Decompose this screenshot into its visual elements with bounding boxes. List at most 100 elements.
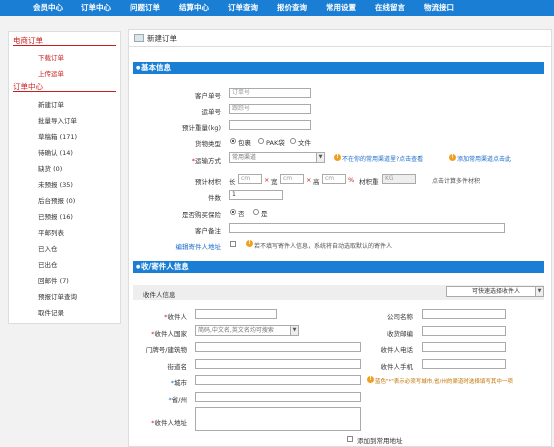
edit-sender-hint: 若不填写寄件人信息，系统将自动选取默认的寄件人 [254,243,393,250]
nav-order-center[interactable]: 订单中心 [81,0,111,16]
sidebar: 电商订单 下载订单 上传运单 订单中心 新建订单 批量导入订单 草稿箱 (171… [8,31,121,324]
weight-input[interactable] [229,120,311,130]
goods-type-document-label: 文件 [298,139,311,147]
zip-input[interactable] [422,326,506,336]
sidebar-item-drafts[interactable]: 草稿箱 (171) [38,131,77,141]
top-navigation: 会员中心 订单中心 问题订单 结算中心 订单查询 报价查询 常用设置 在线留言 … [0,0,554,16]
chevron-down-icon: ▼ [535,287,543,296]
page-title: 新建订单 [147,34,177,43]
view-channels-link[interactable]: 不在你的常用渠道里?点击查看 [342,154,423,163]
nav-logistics-api[interactable]: 物流接口 [424,0,454,16]
tracking-no-label: 运单号 [201,108,222,116]
shipping-method-label: *运输方式 [191,157,221,165]
insurance-yes-label: 是 [261,210,268,218]
receiver-phone-label: 收件人电话 [380,346,414,354]
nav-online-message[interactable]: 在线留言 [375,0,405,16]
city-input[interactable] [195,375,361,385]
receiver-section-title: 收/寄件人信息 [141,262,189,271]
goods-type-pak-label: PAK袋 [266,139,285,147]
sidebar-item-return-mail[interactable]: 回邮件 (7) [38,275,69,285]
goods-type-parcel-label: 包裹 [238,139,251,147]
length-input[interactable]: cm [238,174,262,184]
nav-member-center[interactable]: 会员中心 [33,0,63,16]
basic-info-title: 基本信息 [141,63,171,72]
sidebar-item-forecast[interactable]: 已预报 (16) [38,211,73,221]
volume-weight-label: 材积重 [359,178,379,186]
remark-input[interactable] [229,223,505,233]
insurance-no-radio[interactable] [230,209,236,215]
goods-type-parcel-radio[interactable] [230,138,236,144]
info-icon: ! [367,376,374,383]
zip-label: 收货邮编 [387,330,413,338]
pieces-input[interactable]: 1 [229,190,283,200]
length-label: 长 [229,178,236,186]
multi-volume-calc-link[interactable]: 点击计算多件材积 [432,176,480,185]
edit-sender-checkbox[interactable] [230,241,236,247]
house-no-input[interactable] [195,342,361,352]
shipping-method-select[interactable]: 常用渠道 ▼ [229,152,325,163]
nav-settlement-center[interactable]: 结算中心 [179,0,209,16]
receiver-mobile-input[interactable] [422,359,506,369]
sidebar-item-not-forecast[interactable]: 未预报 (35) [38,179,73,189]
state-label: *省/州 [168,396,187,404]
tracking-no-input[interactable]: 跟踪号 [229,104,311,114]
info-icon: ! [334,154,341,161]
header-divider [129,46,551,47]
insurance-yes-radio[interactable] [253,209,259,215]
receiver-name-input[interactable] [195,309,277,319]
add-channel-link[interactable]: 添加常用渠道点击此 [457,154,511,163]
sidebar-divider [13,91,116,92]
remark-label: 客户备注 [195,227,221,235]
receiver-section: 收/寄件人信息 [133,261,544,273]
weight-label: 预计重量(kg) [182,124,221,132]
company-input[interactable] [422,309,506,319]
city-label: *城市 [170,379,187,387]
info-icon: ! [246,240,253,247]
height-input[interactable]: cm [322,174,346,184]
height-label: 高 [313,178,320,186]
sidebar-item-out-warehouse[interactable]: 已出仓 [38,259,58,269]
nav-order-query[interactable]: 订单查询 [228,0,258,16]
customer-no-input[interactable]: 订单号 [229,88,311,98]
nav-problem-orders[interactable]: 问题订单 [130,0,160,16]
add-common-address-checkbox[interactable] [347,436,353,442]
volume-weight-output: KG [382,174,416,184]
receiver-name-label: *收件人 [164,313,187,321]
sidebar-item-batch-import[interactable]: 批量导入订单 [38,115,77,125]
sidebar-item-surface-mail[interactable]: 平邮列表 [38,227,64,237]
sidebar-item-in-warehouse[interactable]: 已入仓 [38,243,58,253]
width-label: 宽 [271,178,278,186]
nav-price-query[interactable]: 报价查询 [277,0,307,16]
sidebar-item-pickup-records[interactable]: 取件记录 [38,307,64,317]
quick-select-receiver-label: 可快速选择收件人 [471,288,520,295]
chevron-down-icon: ▼ [290,326,298,335]
sidebar-divider [13,45,116,46]
street-input[interactable] [195,359,361,369]
sidebar-item-download-orders[interactable]: 下载订单 [38,52,64,62]
chevron-down-icon: ▼ [316,153,324,162]
receiver-mobile-label: 收件人手机 [380,363,414,371]
receiver-address-label: *收件人地址 [151,419,187,427]
insurance-no-label: 否 [238,210,245,218]
street-label: 街道名 [167,363,188,371]
percent-sign: % [348,176,355,184]
receiver-address-textarea[interactable] [195,407,361,431]
edit-sender-label[interactable]: 编辑寄件人地址 [176,241,222,251]
goods-type-document-radio[interactable] [290,138,296,144]
receiver-country-select[interactable]: 简码,中文名,英文名均可搜索 ▼ [195,325,299,336]
sidebar-item-out-of-stock[interactable]: 缺货 (0) [38,163,62,173]
sidebar-item-pending[interactable]: 待确认 (14) [38,147,73,157]
width-input[interactable]: cm [280,174,304,184]
sidebar-item-forecast-query[interactable]: 预报订单查询 [38,291,77,301]
times-sign: × [306,176,312,184]
sidebar-item-new-order[interactable]: 新建订单 [38,99,64,109]
state-input[interactable] [195,392,361,402]
sidebar-item-backend-forecast[interactable]: 后台预报 (0) [38,195,75,205]
main-panel: 新建订单 基本信息 客户单号 订单号 运单号 跟踪号 预计重量(kg) 货物类型… [128,29,552,447]
goods-type-pak-radio[interactable] [258,138,264,144]
volume-label: 预计材积 [195,178,221,186]
sidebar-item-upload-waybill[interactable]: 上传运单 [38,68,64,78]
receiver-phone-input[interactable] [422,342,506,352]
quick-select-receiver-button[interactable]: 可快速选择收件人 ▼ [446,286,544,297]
nav-common-settings[interactable]: 常用设置 [326,0,356,16]
